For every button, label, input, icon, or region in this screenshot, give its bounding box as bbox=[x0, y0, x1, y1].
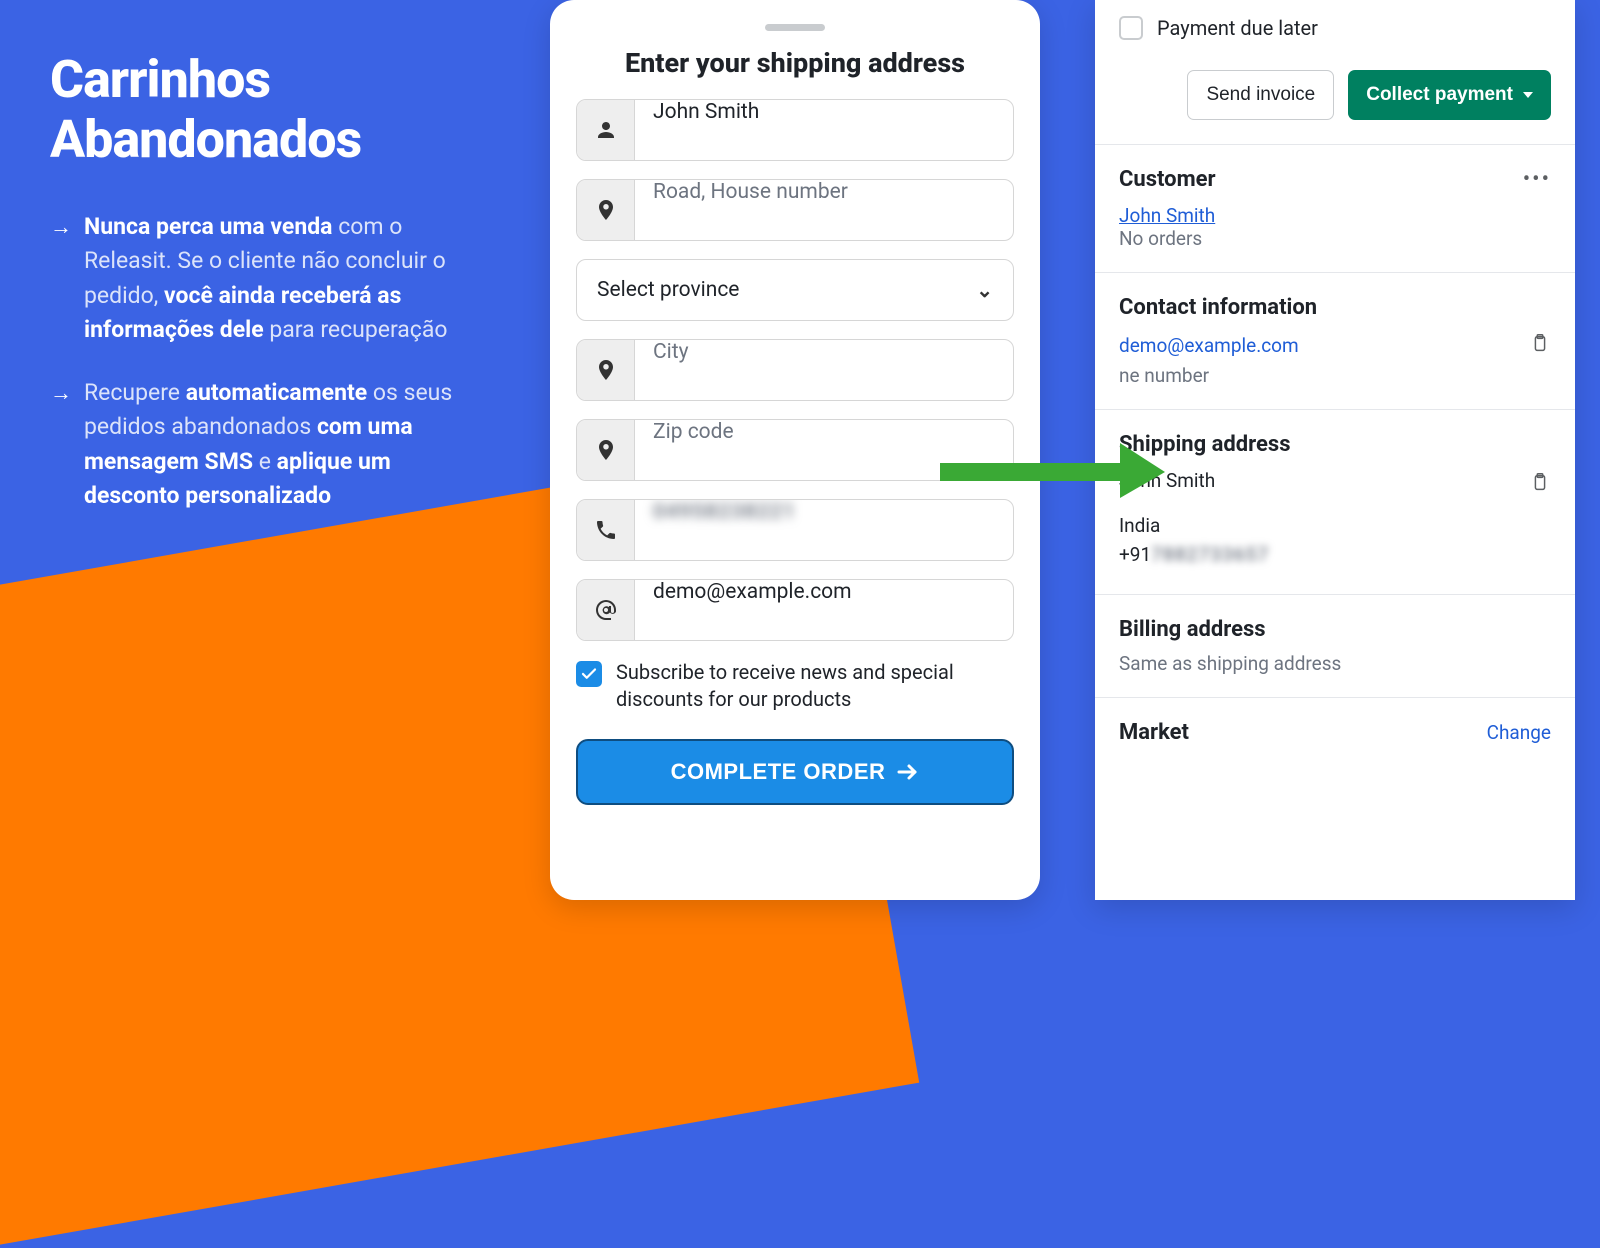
city-placeholder: City bbox=[635, 340, 1013, 400]
customer-name-link[interactable]: John Smith bbox=[1119, 204, 1215, 227]
phone-field[interactable]: 04958238221 bbox=[576, 499, 1014, 561]
billing-value: Same as shipping address bbox=[1119, 652, 1551, 675]
bullet-1-text: Nunca perca uma venda com o Releasit. Se… bbox=[84, 210, 480, 348]
contact-phone-placeholder: ne number bbox=[1119, 364, 1551, 387]
collect-payment-button[interactable]: Collect payment bbox=[1348, 70, 1551, 120]
shipping-country: India bbox=[1119, 514, 1551, 537]
address-placeholder: Road, House number bbox=[635, 180, 1013, 240]
bullet-point-2: → Recupere automaticamente os seus pedid… bbox=[50, 376, 480, 514]
map-pin-icon bbox=[577, 340, 635, 400]
map-pin-icon bbox=[577, 420, 635, 480]
address-field[interactable]: Road, House number bbox=[576, 179, 1014, 241]
payment-due-checkbox[interactable] bbox=[1119, 16, 1143, 40]
billing-heading: Billing address bbox=[1119, 617, 1551, 642]
name-field[interactable]: John Smith bbox=[576, 99, 1014, 161]
map-pin-icon bbox=[577, 180, 635, 240]
customer-section: Customer ••• John Smith No orders bbox=[1095, 145, 1575, 273]
name-value: John Smith bbox=[635, 100, 1013, 160]
shipping-heading: Shipping address bbox=[1119, 432, 1551, 457]
city-field[interactable]: City bbox=[576, 339, 1014, 401]
send-invoice-button[interactable]: Send invoice bbox=[1187, 70, 1334, 120]
subscribe-checkbox[interactable] bbox=[576, 661, 602, 687]
shipping-phone: +917882733657 bbox=[1119, 543, 1551, 566]
marketing-copy: Carrinhos Abandonados → Nunca perca uma … bbox=[50, 50, 480, 542]
contact-section: Contact information demo@example.com ne … bbox=[1095, 273, 1575, 410]
payment-due-label: Payment due later bbox=[1157, 16, 1318, 40]
phone-icon bbox=[577, 500, 635, 560]
at-icon bbox=[577, 580, 635, 640]
contact-email-link[interactable]: demo@example.com bbox=[1119, 334, 1299, 357]
email-value: demo@example.com bbox=[635, 580, 1013, 640]
chevron-down-icon: ⌄ bbox=[976, 278, 993, 302]
complete-order-button[interactable]: COMPLETE ORDER bbox=[576, 739, 1014, 805]
clipboard-icon[interactable] bbox=[1529, 471, 1551, 497]
subscribe-label: Subscribe to receive news and special di… bbox=[616, 659, 1014, 713]
drag-handle[interactable] bbox=[765, 24, 825, 31]
province-select[interactable]: Select province ⌄ bbox=[576, 259, 1014, 321]
contact-heading: Contact information bbox=[1119, 295, 1551, 320]
phone-value-obscured: 04958238221 bbox=[635, 500, 1013, 560]
billing-section: Billing address Same as shipping address bbox=[1095, 595, 1575, 698]
arrow-connector-icon bbox=[940, 443, 1165, 502]
page-title: Carrinhos Abandonados bbox=[50, 50, 480, 170]
bullet-2-text: Recupere automaticamente os seus pedidos… bbox=[84, 376, 480, 514]
caret-down-icon bbox=[1523, 92, 1533, 98]
arrow-icon: → bbox=[50, 210, 72, 348]
market-section: Market Change bbox=[1095, 698, 1575, 767]
arrow-icon: → bbox=[50, 376, 72, 514]
email-field[interactable]: demo@example.com bbox=[576, 579, 1014, 641]
checkout-heading: Enter your shipping address bbox=[576, 47, 1014, 79]
province-placeholder: Select province bbox=[597, 278, 739, 302]
payment-due-row[interactable]: Payment due later bbox=[1095, 0, 1575, 50]
admin-card: Payment due later Send invoice Collect p… bbox=[1095, 0, 1575, 900]
market-change-link[interactable]: Change bbox=[1487, 721, 1551, 744]
bullet-point-1: → Nunca perca uma venda com o Releasit. … bbox=[50, 210, 480, 348]
payment-actions: Send invoice Collect payment bbox=[1095, 50, 1575, 145]
clipboard-icon[interactable] bbox=[1529, 332, 1551, 358]
subscribe-row[interactable]: Subscribe to receive news and special di… bbox=[576, 659, 1014, 713]
shipping-section: Shipping address John Smith India +91788… bbox=[1095, 410, 1575, 595]
person-icon bbox=[577, 100, 635, 160]
customer-order-count: No orders bbox=[1119, 227, 1551, 250]
customer-heading: Customer bbox=[1119, 167, 1216, 192]
cta-label: COMPLETE ORDER bbox=[671, 759, 886, 785]
market-heading: Market bbox=[1119, 720, 1189, 745]
more-actions-icon[interactable]: ••• bbox=[1523, 169, 1551, 191]
